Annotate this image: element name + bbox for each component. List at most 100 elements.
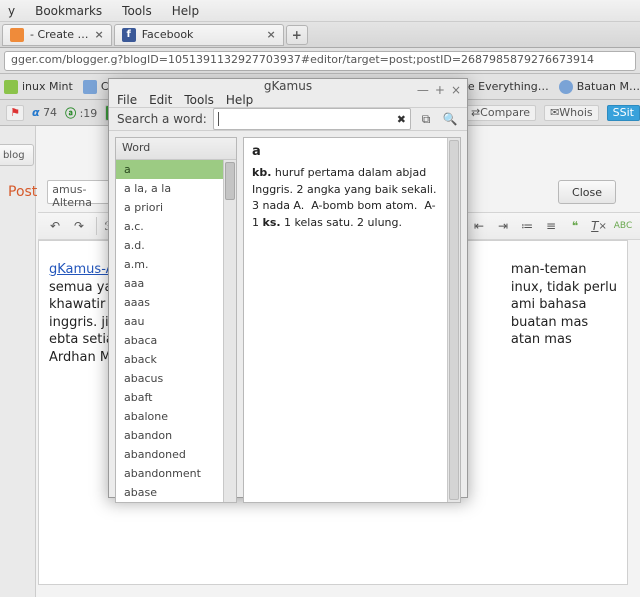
menubar-item[interactable]: Bookmarks <box>31 4 106 18</box>
new-tab-button[interactable]: + <box>286 25 308 45</box>
undo-icon[interactable]: ↶ <box>44 216 66 236</box>
editor-text: atan mas <box>511 332 572 347</box>
browser-menubar: y Bookmarks Tools Help <box>0 0 640 22</box>
redo-icon[interactable]: ↷ <box>68 216 90 236</box>
scrollbar-thumb[interactable] <box>449 140 459 500</box>
browser-tabbar: - Create … × f Facebook × + <box>0 22 640 48</box>
menu-tools[interactable]: Tools <box>184 93 214 107</box>
gkamus-body: Word aa la, a laa prioria.c.a.d.a.m.aaaa… <box>109 131 467 509</box>
bookmark-item[interactable]: inux Mint <box>4 80 73 94</box>
editor-text: inggris. ji <box>49 315 109 330</box>
search-input[interactable]: ✖ <box>213 108 411 130</box>
numbered-list-icon[interactable]: ≔ <box>516 216 538 236</box>
tab-favicon <box>10 28 24 42</box>
bookmark-icon <box>83 80 97 94</box>
new-blog-button[interactable]: ew blog <box>0 144 34 166</box>
close-icon[interactable]: × <box>451 83 461 97</box>
editor-text: ami bahasa <box>511 297 587 312</box>
editor-text: Ardhan M <box>49 350 111 365</box>
gkamus-titlebar[interactable]: gKamus — + × <box>109 79 467 93</box>
bookmark-icon <box>4 80 18 94</box>
whois-icon[interactable]: ✉ Whois <box>544 105 599 121</box>
editor-text: semua ya <box>49 280 112 295</box>
clear-search-icon[interactable]: ✖ <box>397 113 406 126</box>
word-row[interactable]: abandoned <box>116 445 236 464</box>
word-row[interactable]: aau <box>116 312 236 331</box>
compare-icon[interactable]: ⇄ Compare <box>465 105 536 121</box>
a-badge: ⓐ :19 <box>65 105 97 121</box>
word-row[interactable]: a priori <box>116 198 236 217</box>
tab-label: - Create … <box>30 28 89 41</box>
definition-pane: a kb. huruf pertama dalam abjad Inggris.… <box>243 137 461 503</box>
editor-text: man-teman <box>511 262 587 277</box>
alpha-badge: α 74 <box>32 106 57 119</box>
search-icon[interactable]: 🔍 <box>441 110 459 128</box>
definition-head: a <box>252 144 452 159</box>
word-list-scrollbar[interactable] <box>223 160 236 502</box>
post-label: Post <box>8 184 37 200</box>
scrollbar-thumb[interactable] <box>225 162 235 200</box>
copy-icon[interactable]: ⧉ <box>417 110 435 128</box>
word-row[interactable]: a.m. <box>116 255 236 274</box>
editor-text: buatan mas <box>511 315 588 330</box>
menu-help[interactable]: Help <box>226 93 253 107</box>
editor-link[interactable]: gKamus-A <box>49 262 115 277</box>
menubar-item[interactable]: y <box>4 4 19 18</box>
word-row[interactable]: abalone <box>116 407 236 426</box>
indent-icon[interactable]: ⇤ <box>468 216 490 236</box>
browser-tab[interactable]: f Facebook × <box>114 24 284 46</box>
flag-icon[interactable]: ⚑ <box>6 105 24 121</box>
close-tab-icon[interactable]: × <box>267 28 276 41</box>
word-row[interactable]: abaft <box>116 388 236 407</box>
menu-edit[interactable]: Edit <box>149 93 172 107</box>
word-row[interactable]: abacus <box>116 369 236 388</box>
close-tab-icon[interactable]: × <box>95 28 104 41</box>
word-list-header[interactable]: Word <box>116 138 236 160</box>
definition-body: kb. huruf pertama dalam abjad Inggris. 2… <box>252 165 452 231</box>
word-row[interactable]: a la, a la <box>116 179 236 198</box>
menubar-item[interactable]: Help <box>168 4 203 18</box>
search-cursor <box>218 112 219 126</box>
minimize-icon[interactable]: — <box>417 83 429 97</box>
search-label: Search a word: <box>117 112 207 126</box>
url-input[interactable]: gger.com/blogger.g?blogID=10513911329277… <box>4 51 636 71</box>
maximize-icon[interactable]: + <box>435 83 445 97</box>
browser-tab[interactable]: - Create … × <box>2 24 112 46</box>
menubar-item[interactable]: Tools <box>118 4 156 18</box>
wordpress-icon <box>559 80 573 94</box>
close-button[interactable]: Close <box>558 180 616 204</box>
word-row[interactable]: aaas <box>116 293 236 312</box>
clear-format-icon[interactable]: T× <box>588 216 610 236</box>
word-row[interactable]: abandonment <box>116 464 236 483</box>
word-row[interactable]: abandon <box>116 426 236 445</box>
word-row[interactable]: aaa <box>116 274 236 293</box>
outdent-icon[interactable]: ⇥ <box>492 216 514 236</box>
word-row[interactable]: a.c. <box>116 217 236 236</box>
word-row[interactable]: a.d. <box>116 236 236 255</box>
editor-text: ebta setia <box>49 332 114 347</box>
gkamus-searchbar: Search a word: ✖ ⧉ 🔍 <box>109 108 467 131</box>
word-row[interactable]: aback <box>116 350 236 369</box>
editor-text: inux, tidak perlu <box>511 280 617 295</box>
bullet-list-icon[interactable]: ≡ <box>540 216 562 236</box>
editor-text: khawatir <box>49 297 105 312</box>
tab-label: Facebook <box>142 28 194 41</box>
quote-icon[interactable]: ❝ <box>564 216 586 236</box>
window-controls: — + × <box>417 83 461 97</box>
browser-urlbar: gger.com/blogger.g?blogID=10513911329277… <box>0 48 640 74</box>
definition-scrollbar[interactable] <box>447 138 460 502</box>
bookmark-label: Batuan M… <box>577 80 640 93</box>
sitemap-icon[interactable]: S Sit <box>607 105 640 121</box>
word-row[interactable]: abaca <box>116 331 236 350</box>
toolbar-divider <box>96 217 97 235</box>
word-row[interactable]: a <box>116 160 236 179</box>
menu-file[interactable]: File <box>117 93 137 107</box>
spellcheck-icon[interactable]: ABC <box>612 216 634 236</box>
bookmark-label: inux Mint <box>22 80 73 93</box>
word-list-rows: aa la, a laa prioria.c.a.d.a.m.aaaaaasaa… <box>116 160 236 502</box>
window-title: gKamus <box>264 79 312 93</box>
facebook-icon: f <box>122 28 136 42</box>
word-row[interactable]: abase <box>116 483 236 502</box>
bookmark-item[interactable]: Batuan M… <box>559 80 640 94</box>
post-header: Post amus-Alterna <box>0 180 119 204</box>
